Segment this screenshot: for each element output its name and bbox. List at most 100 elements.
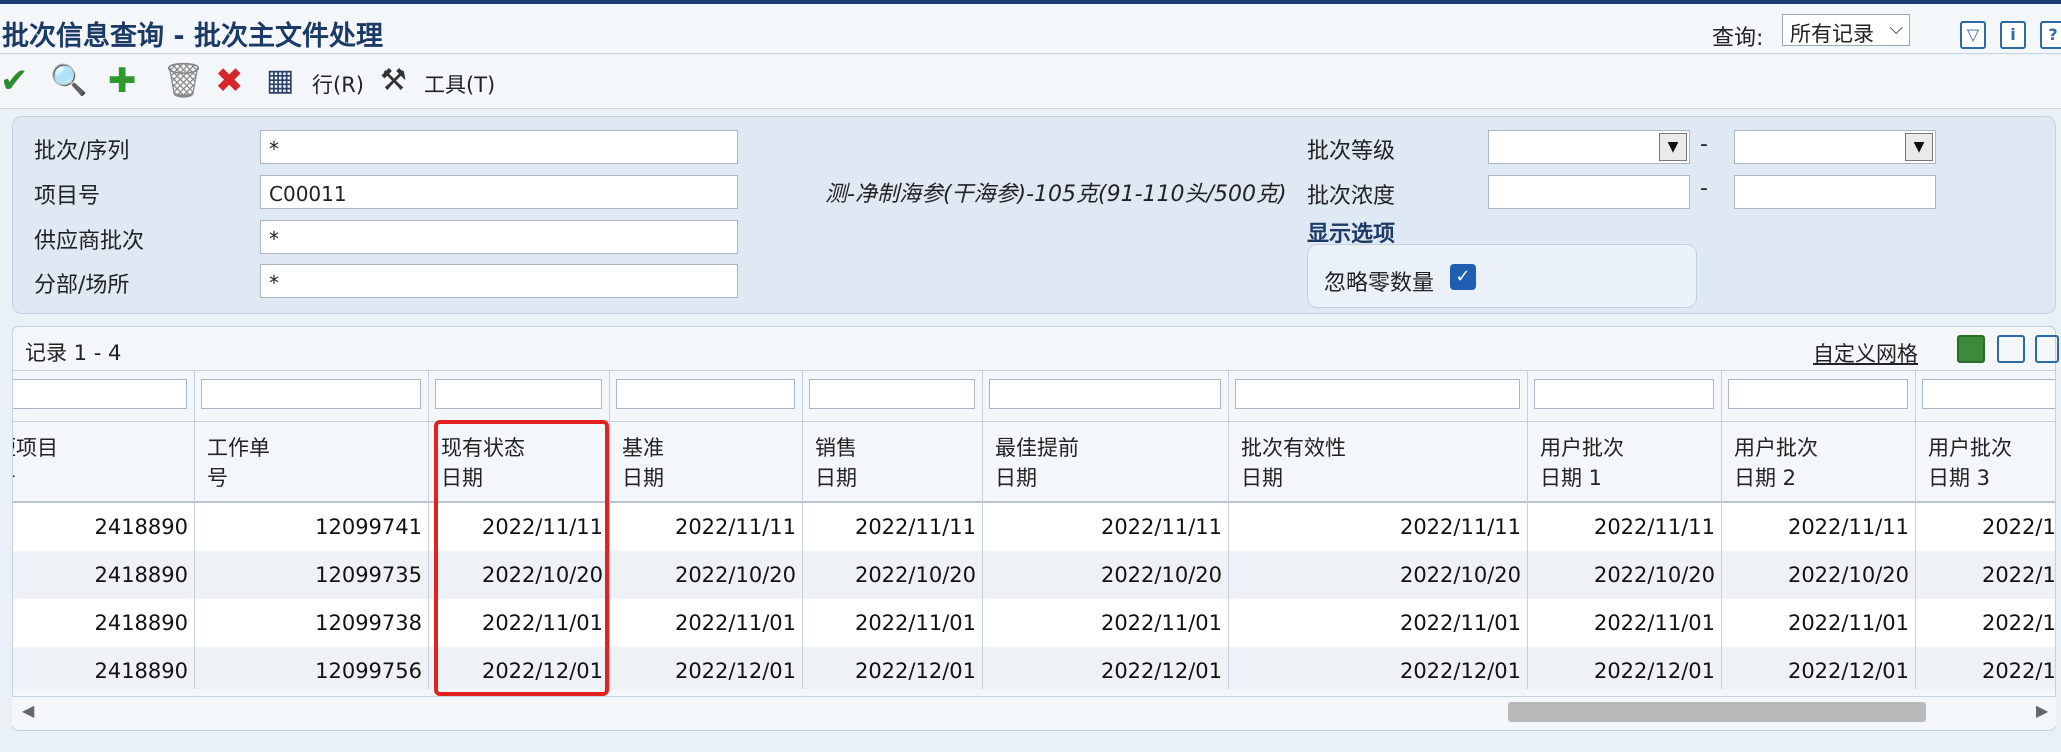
table-cell[interactable]: 2022/11/11 xyxy=(1528,503,1721,551)
maximize-icon[interactable] xyxy=(2035,335,2059,363)
column-filter-input[interactable] xyxy=(1534,379,1714,409)
records-count: 记录 1 - 4 xyxy=(25,341,122,365)
scroll-right-icon[interactable]: ▶ xyxy=(2036,701,2048,720)
table-cell[interactable]: 12099756 xyxy=(195,647,428,689)
customize-grid-link[interactable]: 自定义网格 xyxy=(1813,338,1918,368)
ok-check-icon[interactable]: ✔ xyxy=(0,63,29,99)
column-filter-input[interactable] xyxy=(1235,379,1520,409)
column-header[interactable]: 用户批次 日期 3 xyxy=(1916,421,2055,503)
column-header[interactable]: 用户批次 日期 2 xyxy=(1722,421,1915,503)
column-header[interactable]: 用户批次 日期 1 xyxy=(1528,421,1721,503)
table-cell[interactable]: 2022/12/01 xyxy=(983,647,1228,689)
table-cell[interactable]: 12099741 xyxy=(195,503,428,551)
table-cell[interactable]: 2022/10/20 xyxy=(1229,551,1527,599)
column-header[interactable]: 基准 日期 xyxy=(610,421,802,503)
table-cell[interactable]: 2418890 xyxy=(13,503,194,551)
table-cell[interactable]: 2022/11/01 xyxy=(610,599,802,647)
table-cell[interactable]: 2022/10/20 xyxy=(983,551,1228,599)
table-cell[interactable]: 2022/11/11 xyxy=(610,503,802,551)
column-filter-input[interactable] xyxy=(616,379,795,409)
table-cell[interactable]: 2022/11/01 xyxy=(1528,599,1721,647)
table-cell[interactable]: 2418890 xyxy=(13,551,194,599)
table-cell[interactable]: 2022/12/01 xyxy=(1722,647,1915,689)
table-cell[interactable]: 2022/11/01 xyxy=(803,599,982,647)
branch-plant-input[interactable]: * xyxy=(260,264,738,298)
column-header[interactable]: 批次有效性 日期 xyxy=(1229,421,1527,503)
grid-column: 短项目号2418890241889024188902418890 xyxy=(13,371,195,689)
table-cell[interactable]: 2022/10/20 xyxy=(1722,551,1915,599)
table-cell[interactable]: 2022/11/11 xyxy=(983,503,1228,551)
add-icon[interactable]: ✚ xyxy=(108,63,137,99)
help-icon[interactable]: ? xyxy=(2040,21,2061,49)
column-header[interactable]: 工作单号 xyxy=(195,421,428,503)
column-header[interactable]: 短项目号 xyxy=(13,421,194,503)
column-header-line2: 日期 xyxy=(622,466,664,490)
delete-icon[interactable]: 🗑 xyxy=(162,63,205,99)
query-select-value: 所有记录 xyxy=(1790,22,1874,46)
tools-menu[interactable]: 工具(T) xyxy=(424,69,495,99)
column-header-line2: 日期 xyxy=(1241,466,1283,490)
find-icon[interactable]: 🔍 xyxy=(50,63,87,99)
table-cell[interactable]: 2418890 xyxy=(13,647,194,689)
table-cell[interactable]: 2022/10/20 xyxy=(1916,551,2055,599)
ignore-zero-qty-checkbox[interactable]: ✓ xyxy=(1450,264,1476,290)
table-cell[interactable]: 12099735 xyxy=(195,551,428,599)
export-icon[interactable] xyxy=(1997,335,2025,363)
table-cell[interactable]: 2022/10/20 xyxy=(803,551,982,599)
info-icon[interactable]: i xyxy=(2000,21,2026,49)
tools-icon[interactable]: ⚒ xyxy=(380,63,407,99)
row-menu[interactable]: 行(R) xyxy=(312,69,364,99)
column-header[interactable]: 最佳提前 日期 xyxy=(983,421,1228,503)
table-cell[interactable]: 2022/12/01 xyxy=(1916,647,2055,689)
scroll-thumb[interactable] xyxy=(1508,702,1926,722)
table-cell[interactable]: 2022/11/11 xyxy=(1722,503,1915,551)
column-filter-input[interactable] xyxy=(1922,379,2055,409)
grid-panel: 记录 1 - 4 自定义网格 短项目号241889024188902418890… xyxy=(12,326,2059,731)
supplier-lot-input[interactable]: * xyxy=(260,220,738,254)
table-cell[interactable]: 2022/11/01 xyxy=(1229,599,1527,647)
grid-column: 最佳提前 日期 2022/11/11 2022/10/20 2022/11/01 2022… xyxy=(983,371,1229,689)
table-cell[interactable]: 2022/11/11 xyxy=(803,503,982,551)
query-select[interactable]: 所有记录 ⌵ xyxy=(1782,14,1910,46)
row-menu-icon[interactable]: ▦ xyxy=(266,63,294,99)
table-cell[interactable]: 2418890 xyxy=(13,599,194,647)
dropdown-arrow-icon[interactable]: ▼ xyxy=(1905,133,1933,161)
lot-potency-label: 批次浓度 xyxy=(1307,184,1396,209)
table-cell[interactable]: 2022/12/01 xyxy=(1229,647,1527,689)
table-cell[interactable]: 12099738 xyxy=(195,599,428,647)
column-filter-input[interactable] xyxy=(201,379,421,409)
lot-potency-to-input[interactable] xyxy=(1734,175,1936,209)
grid-header-bar: 记录 1 - 4 自定义网格 xyxy=(13,327,2059,371)
column-header-line2: 日期 1 xyxy=(1540,466,1603,490)
column-filter-input[interactable] xyxy=(435,379,602,409)
lot-potency-from-input[interactable] xyxy=(1488,175,1690,209)
scroll-left-icon[interactable]: ◀ xyxy=(22,701,34,720)
column-filter-input[interactable] xyxy=(13,379,187,409)
table-cell[interactable]: 2022/11/11 xyxy=(1229,503,1527,551)
table-cell[interactable]: 2022/12/01 xyxy=(1528,647,1721,689)
column-filter-input[interactable] xyxy=(989,379,1221,409)
grid-column: 工作单号 12099741 12099735 12099738 12099756 xyxy=(195,371,429,689)
table-cell[interactable]: 2022/11/01 xyxy=(1722,599,1915,647)
table-cell[interactable]: 2022/10/20 xyxy=(610,551,802,599)
table-cell[interactable]: 2022/12/01 xyxy=(610,647,802,689)
horizontal-scrollbar[interactable]: ◀ ▶ xyxy=(12,696,2056,726)
lot-grade-to-select[interactable]: ▼ xyxy=(1734,130,1936,164)
column-header-line2: 号 xyxy=(13,462,16,492)
dropdown-arrow-icon[interactable]: ▼ xyxy=(1659,133,1687,161)
column-header-line1: 批次有效性 xyxy=(1241,436,1346,460)
column-header[interactable]: 销售 日期 xyxy=(803,421,982,503)
table-cell[interactable]: 2022/10/20 xyxy=(1528,551,1721,599)
close-icon[interactable]: ✖ xyxy=(215,63,244,99)
lot-grade-from-select[interactable]: ▼ xyxy=(1488,130,1690,164)
table-cell[interactable]: 2022/11/01 xyxy=(1916,599,2055,647)
column-filter-input[interactable] xyxy=(809,379,975,409)
column-filter-input[interactable] xyxy=(1728,379,1908,409)
item-no-input[interactable]: C00011 xyxy=(260,175,738,209)
save-grid-icon[interactable] xyxy=(1957,335,1985,363)
table-cell[interactable]: 2022/12/01 xyxy=(803,647,982,689)
lot-serial-input[interactable]: * xyxy=(260,130,738,164)
table-cell[interactable]: 2022/11/01 xyxy=(983,599,1228,647)
table-cell[interactable]: 2022/11/11 xyxy=(1916,503,2055,551)
filter-icon[interactable]: ▽ xyxy=(1960,21,1986,49)
